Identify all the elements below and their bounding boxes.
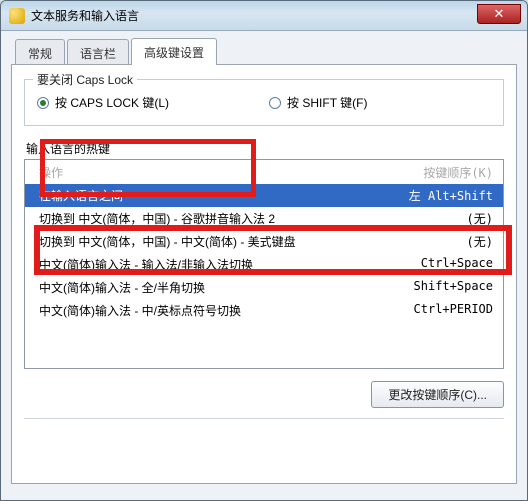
radio-shift-label: 按 SHIFT 键(F): [287, 94, 367, 111]
row-action: 切换到 中文(简体，中国) - 谷歌拼音输入法 2: [39, 210, 275, 227]
capslock-radio-row: 按 CAPS LOCK 键(L) 按 SHIFT 键(F): [37, 94, 491, 111]
list-row[interactable]: 切换到 中文(简体，中国) - 谷歌拼音输入法 2 (无): [25, 207, 503, 230]
row-action: 中文(简体)输入法 - 全/半角切换: [39, 279, 205, 296]
tab-general[interactable]: 常规: [15, 39, 65, 66]
list-row[interactable]: 中文(简体)输入法 - 全/半角切换 Shift+Space: [25, 276, 503, 299]
row-action: 切换到 中文(简体，中国) - 中文(简体) - 美式键盘: [39, 233, 296, 250]
button-row: 更改按键顺序(C)...: [24, 381, 504, 408]
client-area: 常规 语言栏 高级键设置 要关闭 Caps Lock 按 CAPS LOCK 键…: [1, 31, 527, 494]
radio-dot-icon: [269, 97, 281, 109]
dialog-window: 文本服务和输入语言 ✕ 常规 语言栏 高级键设置 要关闭 Caps Lock 按…: [0, 0, 528, 501]
row-keyseq: Ctrl+Space: [383, 256, 493, 273]
capslock-fieldset: 要关闭 Caps Lock 按 CAPS LOCK 键(L) 按 SHIFT 键…: [24, 79, 504, 126]
row-keyseq: (无): [383, 233, 493, 250]
radio-dot-icon: [37, 97, 49, 109]
divider: [24, 418, 504, 419]
radio-caps-lock[interactable]: 按 CAPS LOCK 键(L): [37, 94, 169, 111]
row-action: 中文(简体)输入法 - 输入法/非输入法切换: [39, 256, 253, 273]
tab-advanced[interactable]: 高级键设置: [131, 38, 217, 65]
app-icon: [9, 8, 25, 24]
radio-caps-label: 按 CAPS LOCK 键(L): [55, 94, 169, 111]
tab-panel-advanced: 要关闭 Caps Lock 按 CAPS LOCK 键(L) 按 SHIFT 键…: [11, 64, 517, 484]
close-button[interactable]: ✕: [477, 4, 521, 24]
list-header: 操作 按键顺序(K): [25, 160, 503, 184]
row-keyseq: (无): [383, 210, 493, 227]
tabstrip: 常规 语言栏 高级键设置: [15, 39, 517, 65]
col-action: 操作: [39, 164, 63, 181]
radio-shift[interactable]: 按 SHIFT 键(F): [269, 94, 367, 111]
col-keyseq: 按键顺序(K): [383, 164, 493, 181]
list-row[interactable]: 中文(简体)输入法 - 中/英标点符号切换 Ctrl+PERIOD: [25, 299, 503, 322]
list-row[interactable]: 切换到 中文(简体，中国) - 中文(简体) - 美式键盘 (无): [25, 230, 503, 253]
row-action: 中文(简体)输入法 - 中/英标点符号切换: [39, 302, 241, 319]
row-keyseq: 左 Alt+Shift: [383, 187, 493, 204]
tab-langbar[interactable]: 语言栏: [67, 39, 129, 66]
list-row[interactable]: 中文(简体)输入法 - 输入法/非输入法切换 Ctrl+Space: [25, 253, 503, 276]
hotkeys-caption: 输入语言的热键: [26, 140, 504, 157]
capslock-legend: 要关闭 Caps Lock: [33, 71, 137, 88]
change-key-sequence-button[interactable]: 更改按键顺序(C)...: [371, 381, 504, 408]
titlebar: 文本服务和输入语言 ✕: [1, 1, 527, 31]
window-title: 文本服务和输入语言: [31, 7, 139, 24]
hotkeys-listbox[interactable]: 操作 按键顺序(K) 在输入语言之间 左 Alt+Shift 切换到 中文(简体…: [24, 159, 504, 369]
row-action: 在输入语言之间: [39, 187, 123, 204]
row-keyseq: Ctrl+PERIOD: [383, 302, 493, 319]
row-keyseq: Shift+Space: [383, 279, 493, 296]
list-row[interactable]: 在输入语言之间 左 Alt+Shift: [25, 184, 503, 207]
